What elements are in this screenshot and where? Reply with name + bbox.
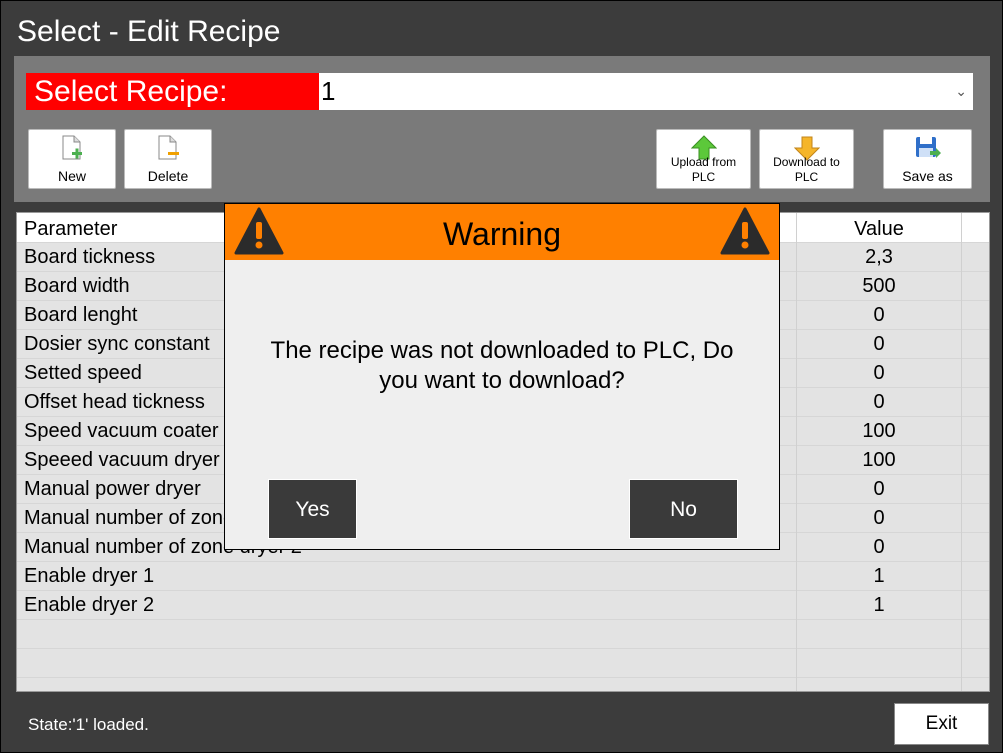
- dialog-header: Warning: [225, 204, 779, 260]
- table-row[interactable]: Enable dryer 1 1: [17, 561, 989, 590]
- upload-button-label: Upload from PLC: [657, 155, 750, 185]
- dialog-message-line1: The recipe was not downloaded to PLC, Do: [270, 337, 734, 364]
- value-cell[interactable]: 100: [797, 420, 961, 443]
- column-divider: [796, 213, 797, 691]
- warning-dialog: Warning The recipe was not downloaded to…: [224, 203, 780, 550]
- value-column-header: Value: [854, 218, 904, 240]
- value-cell[interactable]: 0: [797, 391, 961, 414]
- dialog-title: Warning: [443, 216, 561, 252]
- parameter-cell: Speed vacuum coater: [24, 420, 219, 442]
- chevron-down-icon[interactable]: ⌄: [955, 73, 967, 110]
- parameter-cell: Enable dryer 1: [24, 565, 155, 587]
- column-divider: [961, 213, 962, 691]
- exit-button[interactable]: Exit: [894, 703, 989, 745]
- delete-document-icon: [158, 135, 179, 160]
- recipe-select[interactable]: 1 ⌄: [319, 73, 973, 110]
- download-button-label: Download to PLC: [760, 155, 853, 185]
- upload-from-plc-button[interactable]: Upload from PLC: [656, 129, 751, 189]
- value-cell[interactable]: 100: [797, 449, 961, 472]
- parameter-cell: Board tickness: [24, 246, 156, 268]
- yes-button[interactable]: Yes: [268, 479, 357, 539]
- dialog-message: The recipe was not downloaded to PLC, Do…: [235, 336, 769, 396]
- select-recipe-label: Select Recipe:: [26, 73, 319, 110]
- value-cell[interactable]: 0: [797, 333, 961, 356]
- upload-label-line2: PLC: [691, 170, 716, 184]
- save-as-button-label: Save as: [902, 168, 953, 184]
- parameter-cell: Enable dryer 2: [24, 594, 155, 616]
- window-title: Select - Edit Recipe: [17, 15, 281, 48]
- value-cell[interactable]: 0: [797, 362, 961, 385]
- value-cell[interactable]: 500: [797, 275, 961, 298]
- download-label-line1: Download to: [773, 155, 840, 169]
- empty-table-row: [17, 619, 989, 648]
- save-as-button[interactable]: Save as: [883, 129, 972, 189]
- toolbar-panel: Select Recipe: 1 ⌄ New Delete Upload fro…: [14, 56, 990, 202]
- parameter-column-header: Parameter: [24, 218, 118, 240]
- value-cell[interactable]: 0: [797, 536, 961, 559]
- parameter-cell: Setted speed: [24, 362, 142, 384]
- value-cell[interactable]: 0: [797, 478, 961, 501]
- status-text: State:'1' loaded.: [28, 715, 149, 734]
- dialog-message-line2: you want to download?: [379, 367, 625, 394]
- value-cell[interactable]: 0: [797, 507, 961, 530]
- value-cell[interactable]: 0: [797, 304, 961, 327]
- warning-icon: [720, 207, 770, 255]
- delete-button[interactable]: Delete: [124, 129, 212, 189]
- download-label-line2: PLC: [794, 170, 819, 184]
- value-cell[interactable]: 2,3: [797, 246, 961, 269]
- parameter-cell: Board lenght: [24, 304, 138, 326]
- table-row[interactable]: Enable dryer 2 1: [17, 590, 989, 619]
- new-button[interactable]: New: [28, 129, 116, 189]
- no-button[interactable]: No: [629, 479, 738, 539]
- new-document-icon: [62, 135, 82, 160]
- value-cell[interactable]: 1: [797, 565, 961, 588]
- recipe-select-value: 1: [321, 76, 336, 106]
- download-to-plc-button[interactable]: Download to PLC: [759, 129, 854, 189]
- delete-button-label: Delete: [147, 168, 189, 184]
- save-as-icon: [915, 137, 941, 158]
- new-button-label: New: [57, 168, 86, 184]
- parameter-cell: Board width: [24, 275, 130, 297]
- empty-table-row: [17, 648, 989, 677]
- parameter-cell: Speeed vacuum dryer: [24, 449, 220, 471]
- parameter-cell: Offset head tickness: [24, 391, 205, 413]
- empty-table-row: [17, 677, 989, 691]
- parameter-cell: Dosier sync constant: [24, 333, 210, 355]
- upload-label-line1: Upload from: [670, 155, 737, 169]
- parameter-cell: Manual power dryer: [24, 478, 201, 500]
- value-cell[interactable]: 1: [797, 594, 961, 617]
